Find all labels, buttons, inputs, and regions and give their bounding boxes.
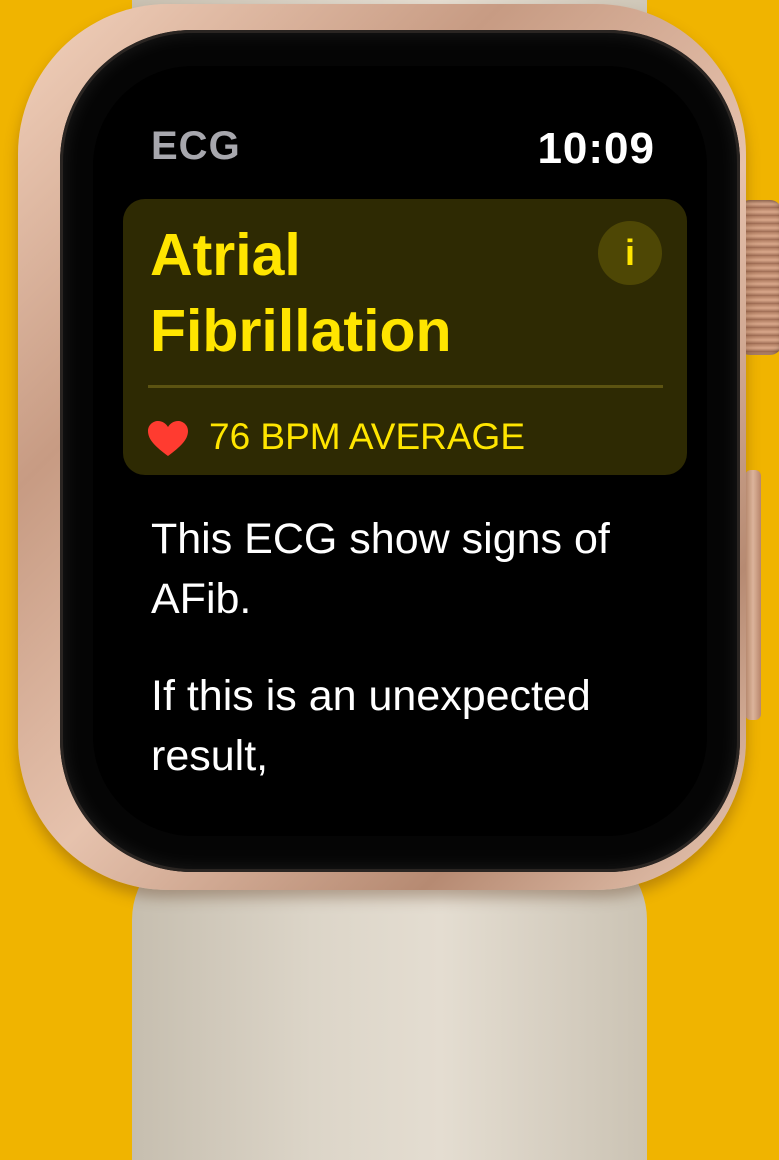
heart-icon: [148, 421, 188, 456]
side-button[interactable]: [745, 470, 761, 720]
card-divider: [148, 385, 663, 388]
result-title: Atrial Fibrillation: [150, 222, 452, 364]
watch-screen: ECG 10:09 Atrial Fibrillation i 76 BPM A…: [93, 66, 707, 836]
result-message: This ECG show signs of AFib.: [151, 515, 610, 623]
info-button[interactable]: i: [598, 221, 662, 285]
heart-rate-label: 76 BPM AVERAGE: [209, 416, 525, 457]
clock-time: 10:09: [537, 124, 655, 173]
app-title: ECG: [151, 124, 241, 168]
watch-case: ECG 10:09 Atrial Fibrillation i 76 BPM A…: [18, 4, 746, 890]
followup-message: If this is an unexpected result,: [151, 672, 591, 780]
result-card[interactable]: Atrial Fibrillation i 76 BPM AVERAGE: [123, 199, 687, 475]
